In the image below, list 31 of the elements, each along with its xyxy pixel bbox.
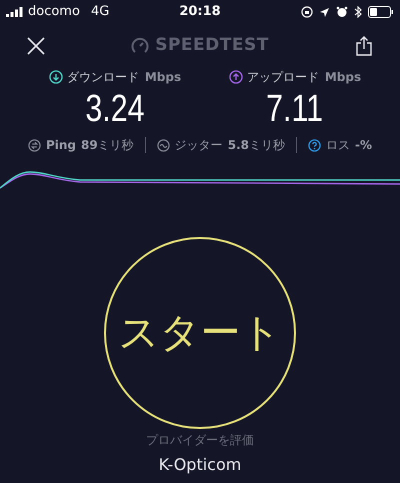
carrier-name: docomo [28, 3, 80, 22]
wave-icon [156, 138, 170, 152]
stat-label: ジッター [174, 137, 223, 154]
unit-label: Mbps [144, 69, 182, 86]
network-type: 4G [90, 3, 110, 22]
close-button[interactable] [26, 36, 46, 56]
clock: 20:18 [179, 3, 221, 22]
alarm-icon [336, 6, 348, 18]
stat-label: ロス [326, 137, 350, 154]
result-label: ダウンロード [66, 69, 139, 86]
start-button[interactable]: スタート [104, 236, 296, 428]
battery-icon [368, 6, 394, 18]
provider-caption: プロバイダーを評価 [146, 432, 254, 449]
bluetooth-icon [354, 6, 362, 18]
share-icon [356, 36, 372, 56]
gauge-icon [131, 37, 150, 55]
location-icon [319, 6, 330, 18]
ping-icon [28, 138, 41, 152]
signal-icon [6, 7, 23, 17]
stat-label: Ping [46, 137, 76, 154]
stat-value: -% [355, 137, 372, 154]
result-label: アップロード [246, 69, 319, 86]
share-button[interactable] [354, 35, 374, 57]
app-title: SPEEDTEST [155, 34, 269, 58]
speed-value: 7.11 [266, 87, 324, 132]
rotation-lock-icon [301, 6, 314, 18]
provider-name: K-Opticom [158, 454, 242, 476]
close-icon [27, 37, 45, 55]
unit-label: Mbps [324, 69, 362, 86]
speed-value: 3.24 [85, 87, 145, 132]
help-icon[interactable] [308, 138, 321, 152]
